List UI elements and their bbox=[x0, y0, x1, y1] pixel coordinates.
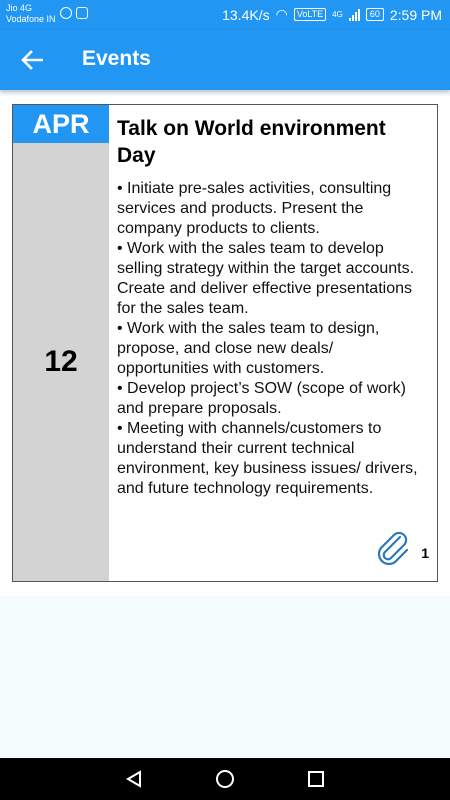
clock: 2:59 PM bbox=[389, 6, 442, 23]
network-type: 4G bbox=[332, 10, 343, 19]
carrier-info: Jio 4G Vodafone IN bbox=[6, 3, 56, 25]
battery-icon: 60 bbox=[365, 8, 384, 21]
volte-badge: VoLTE bbox=[293, 8, 327, 21]
square-recents-icon bbox=[308, 771, 324, 787]
soccer-ball-icon bbox=[60, 7, 72, 19]
description-bullet: • Work with the sales team to design, pr… bbox=[117, 320, 380, 377]
carrier-line-1: Jio 4G bbox=[6, 3, 33, 13]
triangle-back-icon bbox=[126, 770, 141, 788]
event-card[interactable]: APR 12 Talk on World environment Day • I… bbox=[12, 104, 438, 582]
gmail-icon bbox=[76, 7, 88, 19]
nav-home-button[interactable] bbox=[215, 769, 235, 789]
event-content: Talk on World environment Day • Initiate… bbox=[117, 115, 423, 499]
description-bullet: • Develop project’s SOW (scope of work) … bbox=[117, 380, 406, 417]
event-month: APR bbox=[13, 105, 109, 143]
circle-home-icon bbox=[216, 770, 234, 788]
page-title: Events bbox=[82, 47, 151, 70]
status-right: 13.4K/s ◠ VoLTE 4G 60 2:59 PM bbox=[222, 6, 442, 23]
event-description: • Initiate pre-sales activities, consult… bbox=[117, 179, 423, 499]
description-bullet: • Work with the sales team to develop se… bbox=[117, 240, 415, 317]
carrier-line-2: Vodafone IN bbox=[6, 14, 56, 24]
event-day-column: 12 bbox=[13, 143, 109, 581]
nav-recents-button[interactable] bbox=[306, 769, 326, 789]
signal-icon bbox=[348, 8, 360, 21]
arrow-left-icon bbox=[21, 50, 43, 70]
system-nav-bar bbox=[0, 758, 450, 800]
event-day: 12 bbox=[44, 345, 78, 378]
paperclip-icon[interactable] bbox=[373, 529, 413, 569]
events-list: APR 12 Talk on World environment Day • I… bbox=[0, 96, 450, 596]
attachment-count: 1 bbox=[421, 545, 429, 561]
hotspot-icon: ◠ bbox=[275, 6, 288, 22]
back-button[interactable] bbox=[18, 46, 46, 74]
notification-icons bbox=[60, 7, 88, 19]
nav-back-button[interactable] bbox=[124, 769, 144, 789]
description-bullet: • Meeting with channels/customers to und… bbox=[117, 420, 418, 497]
description-bullet: • Initiate pre-sales activities, consult… bbox=[117, 180, 392, 237]
event-title: Talk on World environment Day bbox=[117, 117, 386, 167]
network-speed: 13.4K/s bbox=[222, 6, 270, 23]
status-bar: Jio 4G Vodafone IN 13.4K/s ◠ VoLTE 4G 60… bbox=[0, 0, 450, 30]
app-bar: Events bbox=[0, 30, 450, 90]
